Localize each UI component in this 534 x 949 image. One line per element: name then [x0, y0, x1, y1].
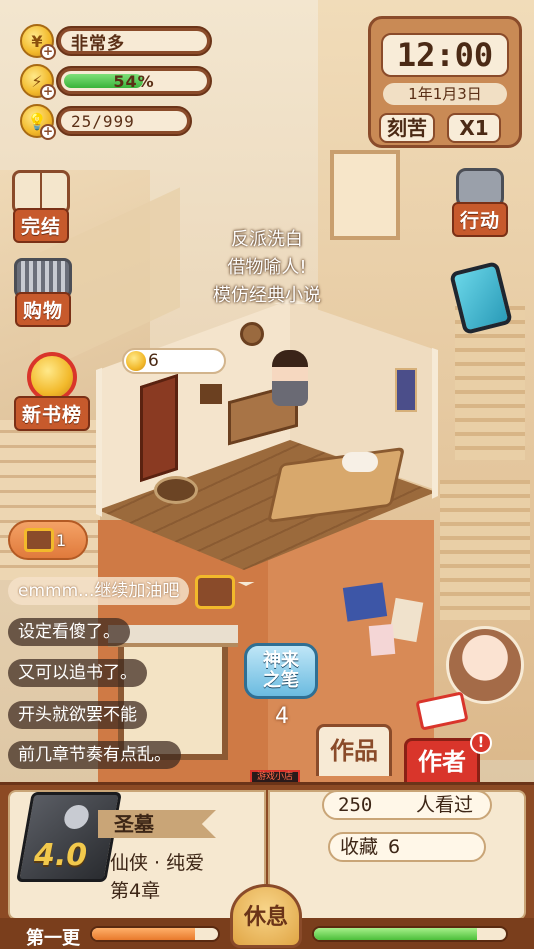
action-label: 行动 — [452, 202, 509, 237]
game-scene: 游戏小店 6 反派洗白 借物喻人! 模仿经典小说 ¥ + 非常多 ⚡ + 54% 💡… — [0, 0, 534, 949]
novel-tag-3: 模仿经典小说 — [213, 285, 321, 306]
treasure-chest-icon — [24, 528, 54, 552]
clock-panel: 12:00 1年1月3日 刻苦 X1 — [368, 16, 522, 148]
clock-date: 1年1月3日 — [383, 83, 507, 105]
effort-button[interactable]: 刻苦 — [379, 113, 435, 143]
plus-icon: + — [40, 124, 56, 140]
book-chapter: 第4章 — [110, 880, 161, 902]
neon-sign-text: 游戏小店 — [256, 772, 293, 782]
flower-icon — [62, 805, 91, 829]
tab-works[interactable]: 作品 — [316, 724, 392, 776]
shelf — [200, 384, 222, 404]
plus-icon: + — [40, 44, 56, 60]
room-rug — [154, 476, 198, 504]
alert-badge: ! — [470, 732, 492, 754]
favorites-label: 收藏 — [340, 836, 379, 858]
right-progress-fill — [314, 928, 478, 940]
favorites-count: 6 — [388, 836, 401, 858]
skill-count: 4 — [275, 704, 289, 729]
favorites-tag: 收藏 6 — [328, 832, 486, 862]
room-poster — [395, 368, 417, 412]
medal-icon — [27, 352, 77, 402]
coin-icon — [126, 351, 146, 371]
tab-author-label: 作者 — [418, 748, 466, 776]
coin-speech-bubble[interactable]: 6 — [122, 348, 226, 374]
energy-pill: 54% — [56, 66, 212, 96]
comment-item: 又可以追书了。 — [8, 659, 147, 687]
title-label: 非常多 — [61, 31, 207, 54]
comment-item: emmm...继续加油吧 — [8, 577, 190, 605]
idea-pill: 25/999 — [56, 106, 192, 136]
book-title-ribbon: 圣墓 — [98, 810, 216, 838]
rest-button[interactable]: 休息 — [230, 884, 302, 948]
treasure-chest-icon[interactable] — [195, 575, 235, 609]
shop-label: 购物 — [14, 292, 71, 327]
shop-menu-button[interactable]: 购物 — [14, 258, 72, 327]
title-pill: 非常多 — [56, 26, 212, 56]
new-books-label: 新书榜 — [14, 396, 91, 431]
skill-label: 神来之笔 — [263, 650, 299, 691]
book-title: 圣墓 — [114, 812, 154, 836]
room-door — [140, 373, 178, 483]
left-progress-fill — [92, 928, 196, 940]
tab-author[interactable]: 作者 — [404, 738, 480, 782]
action-menu-button[interactable]: 行动 — [452, 168, 509, 237]
bed-pillow — [342, 452, 378, 472]
idea-bulb-icon[interactable]: 💡 + — [20, 104, 56, 140]
readers-count: 250 — [338, 794, 373, 816]
comment-item: 设定看傻了。 — [8, 618, 130, 646]
novel-tag-1: 反派洗白 — [231, 229, 303, 250]
skill-button[interactable]: 神来之笔 — [244, 643, 318, 699]
energy-percent-label: 54% — [113, 71, 155, 91]
wall-poster-3 — [368, 624, 396, 656]
idea-count: 25/999 — [61, 111, 187, 131]
comment-item: 前几章节奏有点乱。 — [8, 741, 181, 769]
comment-item: 开头就欲罢不能 — [8, 701, 147, 729]
finish-label: 完结 — [12, 208, 69, 243]
update-label: 第一更 — [26, 928, 80, 949]
coin-icon[interactable]: ¥ + — [20, 24, 56, 60]
author-character[interactable] — [272, 350, 308, 406]
energy-track: 54% — [61, 71, 207, 91]
right-progress-track — [312, 926, 508, 942]
new-books-menu-button[interactable]: 新书榜 — [14, 352, 91, 431]
readers-label: 人看过 — [416, 794, 474, 816]
finish-menu-button[interactable]: 完结 — [12, 170, 70, 243]
novel-tag-2: 借物喻人! — [227, 257, 307, 278]
rest-label: 休息 — [243, 905, 288, 930]
left-progress-track — [90, 926, 220, 942]
bg-window-right-3 — [440, 480, 530, 620]
readers-tag: 250 人看过 — [322, 790, 492, 820]
energy-icon[interactable]: ⚡ + — [20, 64, 56, 100]
treasure-count: 1 — [56, 530, 67, 550]
room-round-window — [240, 322, 264, 346]
book-genre: 仙侠 · 纯爱 — [110, 852, 205, 874]
wall-posters — [342, 582, 388, 622]
book-rating: 4.0 — [34, 838, 88, 873]
coin-bubble-value: 6 — [148, 351, 159, 371]
speed-button[interactable]: X1 — [447, 113, 501, 143]
treasure-chest-button[interactable]: 1 — [8, 520, 88, 560]
tab-works-label: 作品 — [330, 737, 378, 765]
plus-icon: + — [40, 84, 56, 100]
clock-time: 12:00 — [381, 33, 509, 77]
